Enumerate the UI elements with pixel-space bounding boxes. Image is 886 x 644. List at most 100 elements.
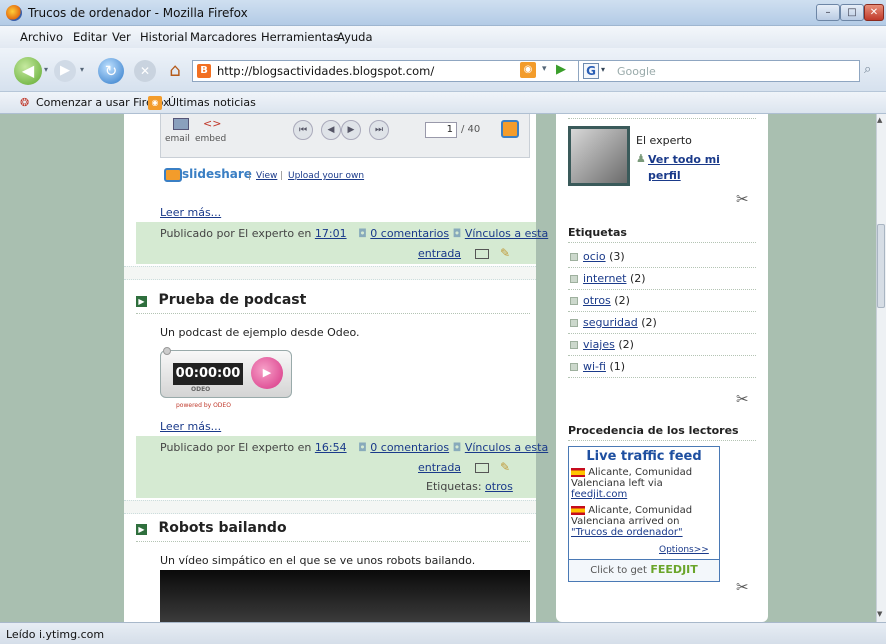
rss-feed-icon[interactable]: ◉ [520,62,536,78]
divider [136,313,530,314]
backlinks-link[interactable]: Vínculos a esta [465,441,548,454]
feed-title[interactable]: Live traffic feed [569,449,719,464]
entry-link[interactable]: entrada [418,461,461,474]
window-title: Trucos de ordenador - Mozilla Firefox [28,6,248,20]
search-magnifier-icon[interactable]: ⌕ [864,62,871,77]
post-title[interactable]: Prueba de podcast [159,292,307,308]
google-engine-icon[interactable]: G [583,63,599,79]
home-button[interactable]: ⌂ [164,60,186,82]
feed-entry-link[interactable]: feedjit.com [571,489,627,500]
post-title[interactable]: Robots bailando [159,520,287,536]
bookmark-latest-news[interactable]: Últimas noticias [168,96,256,109]
email-post-icon[interactable] [474,463,489,473]
label-count: (2) [630,272,646,285]
label-link[interactable]: seguridad [583,316,638,329]
vertical-scrollbar[interactable] [876,114,886,622]
feed-entry: Alicante, Comunidad Valenciana arrived o… [571,505,693,538]
url-text: http://blogsactividades.blogspot.com/ [217,64,435,78]
label-link[interactable]: viajes [583,338,615,351]
post-time-link[interactable]: 16:54 [315,441,347,454]
navigation-toolbar: ◀ ▾ ▶ ▾ ↻ ✕ ⌂ B http://blogsactividades.… [0,48,886,92]
slideshare-view-link[interactable]: View [256,171,277,181]
menu-archivo[interactable]: Archivo [20,30,63,44]
next-slide-button[interactable]: ▶ [341,120,361,140]
back-dropdown-icon[interactable]: ▾ [44,65,48,74]
edit-pencil-icon[interactable]: ✎ [500,246,510,260]
powered-by-odeo[interactable]: powered by ODEO [176,402,231,409]
search-box[interactable]: G ▾ Google [578,60,860,82]
traffic-feed-widget: Live traffic feed Alicante, Comunidad Va… [568,446,720,582]
slideshare-upload-link[interactable]: Upload your own [288,171,364,181]
feed-options-link[interactable]: Options>> [659,545,709,555]
player-brand: ODEO [191,386,211,393]
url-dropdown-icon[interactable]: ▾ [542,64,547,74]
address-bar[interactable]: B http://blogsactividades.blogspot.com/ [192,60,612,82]
edit-pencil-icon[interactable]: ✎ [500,460,510,474]
read-more-link[interactable]: Leer más... [160,420,221,433]
menu-ver[interactable]: Ver [112,30,131,44]
forward-button[interactable]: ▶ [54,60,76,82]
comments-link[interactable]: 0 comentarios [370,227,449,240]
bullet-icon [570,297,578,305]
tools-edit-icon[interactable]: ✂ [736,578,749,596]
tools-edit-icon[interactable]: ✂ [736,190,749,208]
embed-icon[interactable]: <> [203,117,221,130]
comment-icon: ◘ [358,441,367,454]
post-time-link[interactable]: 17:01 [315,227,347,240]
first-slide-button[interactable]: ⏮ [293,120,313,140]
post-arrow-icon: ▶ [136,523,147,535]
divider [568,118,756,119]
get-feedjit-button[interactable]: Click to get FEEDJIT [569,559,719,581]
menu-ayuda[interactable]: Ayuda [337,30,373,44]
reload-button[interactable]: ↻ [98,58,124,84]
menu-editar[interactable]: Editar [73,30,107,44]
search-input[interactable]: Google [617,65,656,78]
label-link[interactable]: otros [583,294,611,307]
scroll-up-icon[interactable]: ▲ [877,116,882,124]
feed-entry-link[interactable]: "Trucos de ordenador" [571,527,683,538]
video-player[interactable] [160,570,530,622]
menu-historial[interactable]: Historial [140,30,188,44]
close-button[interactable]: ✕ [864,4,884,21]
scroll-down-icon[interactable]: ▼ [877,610,882,618]
stop-button[interactable]: ✕ [134,60,156,82]
label-count: (1) [609,360,626,373]
play-button[interactable]: ▶ [251,357,283,389]
tools-edit-icon[interactable]: ✂ [736,390,749,408]
entry-link[interactable]: entrada [418,247,461,260]
post-separator [124,500,536,514]
go-button[interactable]: ▶ [556,62,566,77]
slideshare-brand-icon [164,168,182,182]
engine-dropdown-icon[interactable]: ▾ [601,65,605,74]
slide-page-input[interactable]: 1 [425,122,457,138]
scrollbar-thumb[interactable] [877,224,885,308]
label-link[interactable]: internet [583,272,627,285]
email-icon[interactable] [173,118,189,130]
post-tags-label: Etiquetas: [426,480,482,493]
label-link[interactable]: wi-fi [583,360,606,373]
email-post-icon[interactable] [474,249,489,259]
last-slide-button[interactable]: ⏭ [369,120,389,140]
slideshare-brand[interactable]: slideshare [182,167,252,181]
minimize-button[interactable]: – [816,4,840,21]
backlinks-link[interactable]: Vínculos a esta [465,227,548,240]
label-link[interactable]: ocio [583,250,606,263]
post-footer: Publicado por El experto en 16:54 ◘ 0 co… [136,436,548,498]
label-item: viajes (2) [570,338,634,351]
post-arrow-icon: ▶ [136,295,147,307]
see-profile-link[interactable]: Ver todo mi perfil [648,152,756,184]
menu-marcadores[interactable]: Marcadores [190,30,257,44]
post-tag-link[interactable]: otros [485,480,513,493]
maximize-button[interactable]: □ [840,4,864,21]
forward-dropdown-icon[interactable]: ▾ [80,65,84,74]
rss-bookmark-icon: ◉ [148,96,162,110]
comments-link[interactable]: 0 comentarios [370,441,449,454]
labels-heading: Etiquetas [568,226,627,239]
profile-avatar[interactable] [568,126,630,186]
feed-entry: Alicante, Comunidad Valenciana left via … [571,467,693,500]
menu-herramientas[interactable]: Herramientas [261,30,339,44]
prev-slide-button[interactable]: ◀ [321,120,341,140]
read-more-link[interactable]: Leer más... [160,206,221,219]
status-text: Leído i.ytimg.com [6,628,105,641]
back-button[interactable]: ◀ [14,57,42,85]
